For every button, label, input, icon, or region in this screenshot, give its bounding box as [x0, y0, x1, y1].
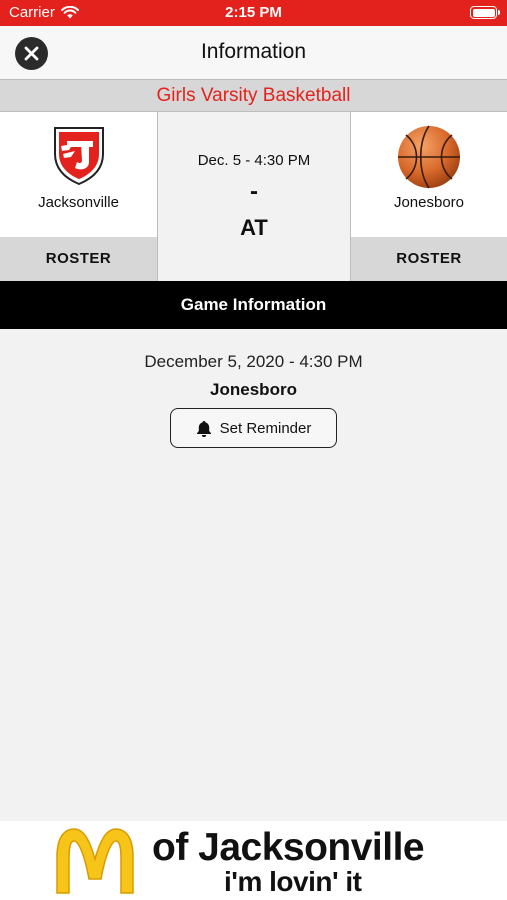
- home-team-name: Jacksonville: [38, 194, 119, 211]
- nav-bar: Information: [0, 26, 507, 79]
- page-title: Information: [200, 40, 307, 63]
- matchup-location-prefix: AT: [240, 215, 268, 240]
- game-full-date: December 5, 2020 - 4:30 PM: [144, 352, 363, 371]
- bell-icon: [196, 420, 211, 437]
- matchup-summary: Dec. 5 - 4:30 PM - AT: [157, 112, 351, 281]
- battery-icon: [470, 6, 500, 19]
- away-roster-button[interactable]: ROSTER: [351, 237, 507, 281]
- away-team-card: Jonesboro ROSTER: [351, 112, 507, 281]
- away-team-logo: [351, 124, 507, 190]
- sport-title: Girls Varsity Basketball: [0, 79, 507, 112]
- ad-tagline: i'm lovin' it: [224, 866, 362, 897]
- home-team-card: Jacksonville ROSTER: [0, 112, 157, 281]
- mcdonalds-arches-logo: [56, 828, 134, 894]
- away-team-name: Jonesboro: [393, 194, 465, 211]
- matchup-score: -: [250, 178, 258, 205]
- home-roster-button[interactable]: ROSTER: [0, 237, 157, 281]
- status-bar: Carrier 2:15 PM: [0, 0, 507, 26]
- set-reminder-label: Set Reminder: [219, 419, 312, 437]
- ad-headline: of Jacksonville: [152, 826, 425, 869]
- status-time: 2:15 PM: [225, 4, 282, 21]
- game-location: Jonesboro: [210, 380, 297, 399]
- sponsor-ad-banner[interactable]: of Jacksonville i'm lovin' it: [0, 821, 507, 900]
- matchup-date: Dec. 5 - 4:30 PM: [197, 152, 311, 169]
- set-reminder-button[interactable]: Set Reminder: [170, 408, 337, 448]
- game-info-header: Game Information: [0, 281, 507, 329]
- jacksonville-shield-logo: [53, 127, 104, 186]
- basketball-icon: [398, 125, 460, 189]
- home-team-logo: [0, 124, 157, 190]
